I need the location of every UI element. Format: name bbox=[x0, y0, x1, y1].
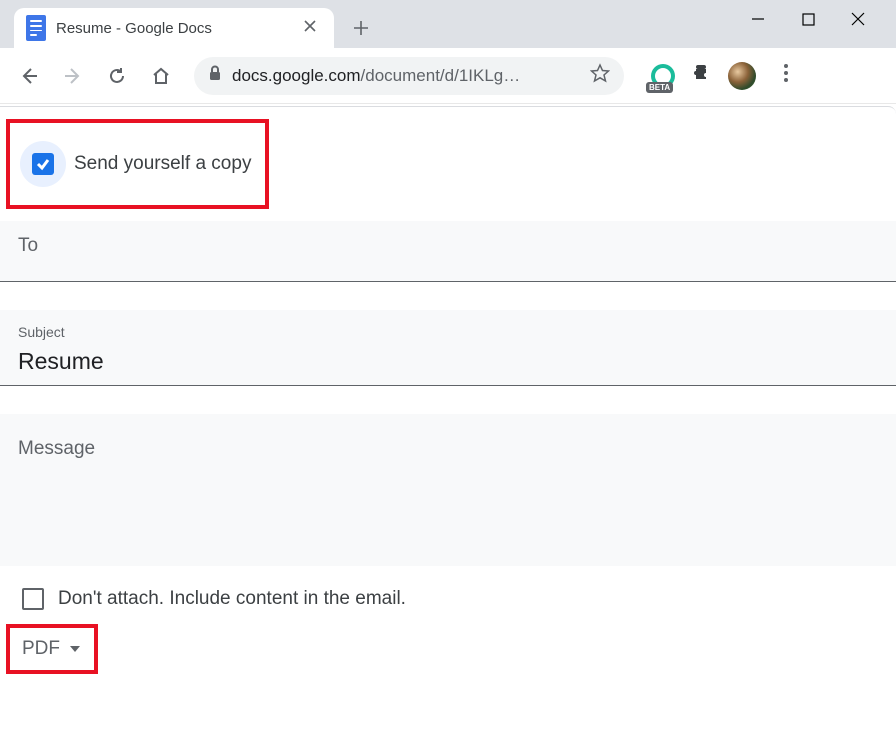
google-docs-icon bbox=[26, 15, 46, 41]
format-selected: PDF bbox=[22, 638, 60, 660]
window-maximize-icon[interactable] bbox=[798, 9, 818, 29]
reload-button[interactable] bbox=[100, 59, 134, 93]
home-button[interactable] bbox=[144, 59, 178, 93]
send-copy-label: Send yourself a copy bbox=[74, 153, 251, 175]
format-dropdown[interactable]: PDF bbox=[6, 624, 98, 674]
subject-value: Resume bbox=[18, 348, 878, 381]
bookmark-star-icon[interactable] bbox=[590, 63, 610, 88]
tab-close-icon[interactable] bbox=[300, 15, 320, 41]
checkmark-icon bbox=[32, 153, 54, 175]
to-field[interactable]: To bbox=[0, 221, 896, 282]
forward-button bbox=[56, 59, 90, 93]
chevron-down-icon bbox=[70, 646, 80, 652]
browser-toolbar: docs.google.com/document/d/1IKLg… BETA bbox=[0, 48, 896, 104]
subject-field[interactable]: Subject Resume bbox=[0, 310, 896, 386]
subject-label: Subject bbox=[18, 324, 878, 340]
window-controls bbox=[748, 0, 896, 38]
message-label: Message bbox=[18, 438, 878, 478]
extension-icons: BETA bbox=[648, 58, 794, 93]
browser-titlebar: Resume - Google Docs bbox=[0, 0, 896, 48]
message-field[interactable]: Message bbox=[0, 414, 896, 566]
extension-beta-icon[interactable]: BETA bbox=[648, 61, 678, 91]
send-yourself-copy-row: Send yourself a copy bbox=[6, 119, 269, 209]
window-close-icon[interactable] bbox=[848, 9, 868, 29]
send-copy-checkbox[interactable] bbox=[20, 141, 66, 187]
back-button[interactable] bbox=[12, 59, 46, 93]
profile-avatar[interactable] bbox=[728, 62, 756, 90]
tab-title: Resume - Google Docs bbox=[56, 20, 290, 37]
dont-attach-checkbox[interactable] bbox=[22, 588, 44, 610]
url-text: docs.google.com/document/d/1IKLg… bbox=[232, 66, 520, 86]
new-tab-button[interactable] bbox=[344, 11, 378, 45]
dont-attach-label: Don't attach. Include content in the ema… bbox=[58, 588, 406, 610]
email-dialog: Send yourself a copy To Subject Resume M… bbox=[0, 106, 896, 751]
window-minimize-icon[interactable] bbox=[748, 9, 768, 29]
address-bar[interactable]: docs.google.com/document/d/1IKLg… bbox=[194, 57, 624, 95]
lock-icon bbox=[208, 65, 222, 86]
extensions-puzzle-icon[interactable] bbox=[692, 62, 714, 89]
browser-menu-icon[interactable] bbox=[778, 58, 794, 93]
to-label: To bbox=[18, 235, 878, 275]
browser-tab[interactable]: Resume - Google Docs bbox=[14, 8, 334, 48]
dont-attach-row: Don't attach. Include content in the ema… bbox=[0, 566, 896, 620]
